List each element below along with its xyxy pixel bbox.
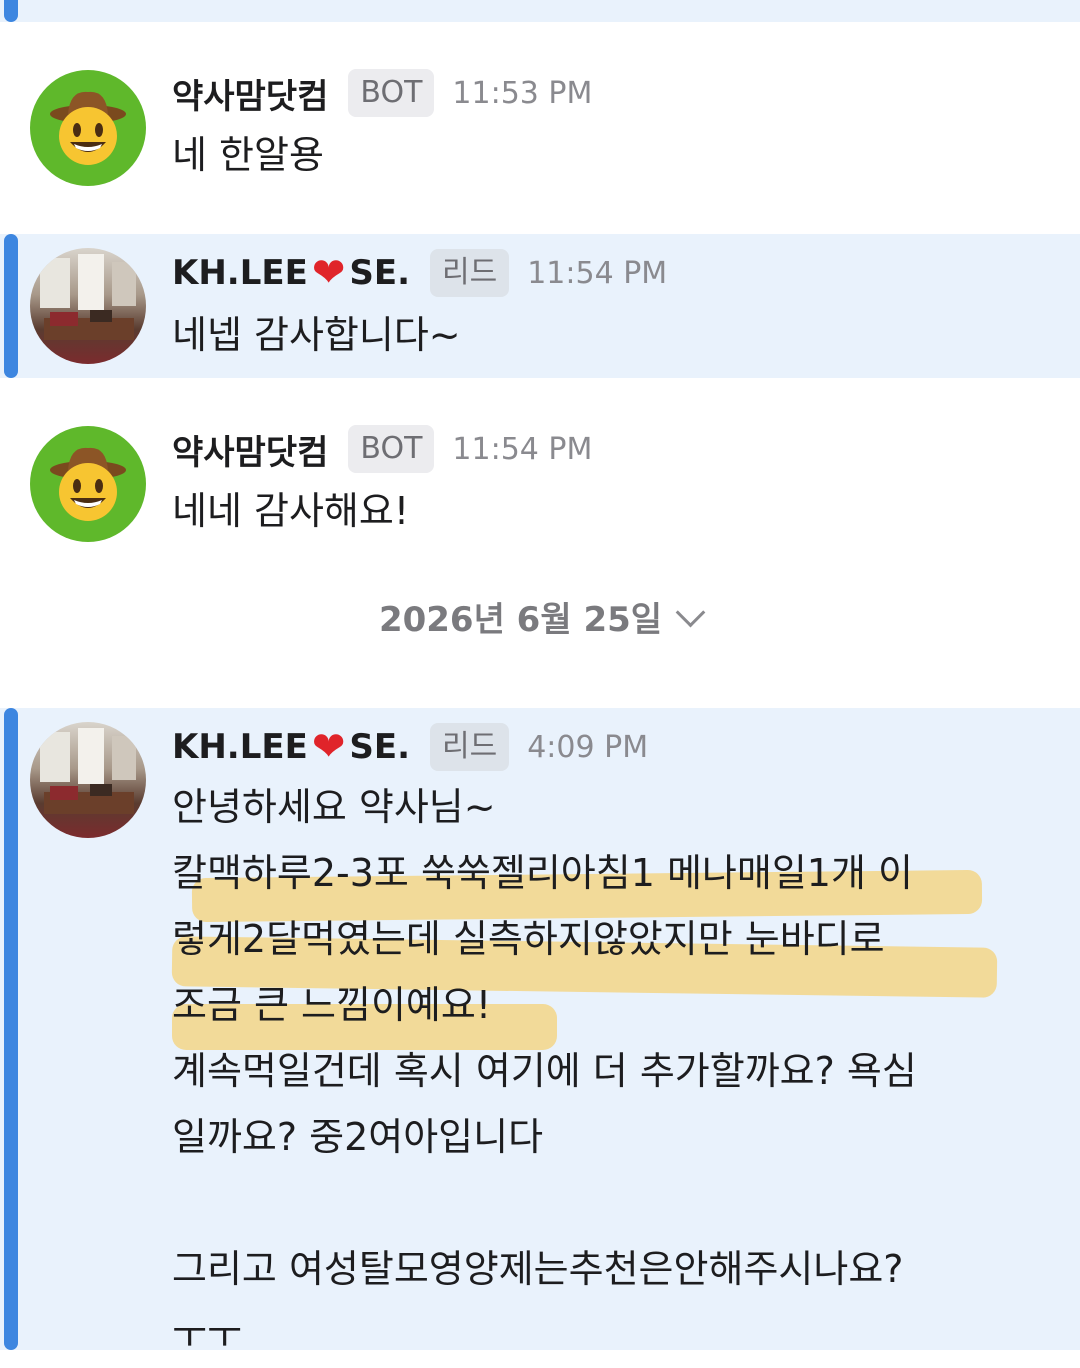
message-bot-1[interactable]: 약사맘닷컴 BOT 11:53 PM 네 한알용: [0, 50, 1080, 210]
timestamp[interactable]: 11:53 PM: [452, 76, 592, 111]
message-line: 네네 감사해요!: [172, 489, 410, 533]
room-photo: [40, 728, 136, 814]
message-line: 그리고 여성탈모영양제는추천은안해주시나요?: [172, 1247, 904, 1291]
author-name[interactable]: 약사맘닷컴: [172, 425, 328, 474]
message-line: 네 한알용: [172, 133, 324, 177]
avatar[interactable]: [30, 722, 146, 838]
timestamp[interactable]: 11:54 PM: [452, 432, 592, 467]
author-name-part: KH.LEE: [172, 253, 308, 293]
message-line: 안녕하세요 약사님~: [172, 785, 496, 829]
lead-badge: 리드: [430, 249, 510, 297]
message-user-1[interactable]: KH.LEE ❤ SE. 리드 11:54 PM 네넵 감사합니다~: [0, 234, 1080, 378]
bot-badge: BOT: [348, 69, 435, 117]
cowboy-emoji-icon: [50, 91, 126, 165]
message-line: 계속먹일건데 혹시 여기에 더 추가할까요? 욕심: [172, 1049, 917, 1093]
message-text: 네넵 감사합니다~: [172, 302, 461, 368]
timestamp[interactable]: 4:09 PM: [527, 730, 648, 765]
message-header: KH.LEE ❤ SE. 리드 4:09 PM: [172, 722, 648, 772]
bot-avatar[interactable]: [30, 426, 146, 542]
message-text: 안녕하세요 약사님~ 칼맥하루2-3포 쑥쑥젤리아침1 메나매일1개 이 렇게2…: [172, 774, 917, 1368]
date-divider[interactable]: 2026년 6월 25일: [0, 592, 1080, 641]
message-bot-2[interactable]: 약사맘닷컴 BOT 11:54 PM 네네 감사해요!: [0, 406, 1080, 566]
message-header: 약사맘닷컴 BOT 11:53 PM: [172, 68, 592, 118]
bot-avatar[interactable]: [30, 70, 146, 186]
message-line: ㅜㅜ: [172, 1313, 242, 1357]
author-name[interactable]: KH.LEE ❤ SE.: [172, 727, 410, 767]
author-name[interactable]: KH.LEE ❤ SE.: [172, 253, 410, 293]
message-header: KH.LEE ❤ SE. 리드 11:54 PM: [172, 248, 667, 298]
chevron-down-icon[interactable]: [675, 597, 706, 628]
message-line: 칼맥하루2-3포 쑥쑥젤리아침1 메나매일1개 이: [172, 851, 913, 895]
author-name-part: SE.: [349, 253, 410, 293]
message-header: 약사맘닷컴 BOT 11:54 PM: [172, 424, 592, 474]
heart-icon: ❤: [311, 250, 346, 296]
author-name[interactable]: 약사맘닷컴: [172, 69, 328, 118]
date-divider-label: 2026년 6월 25일: [378, 600, 663, 640]
room-photo: [40, 254, 136, 340]
message-user-2[interactable]: KH.LEE ❤ SE. 리드 4:09 PM 안녕하세요 약사님~ 칼맥하루2…: [0, 708, 1080, 1357]
message-line: 네넵 감사합니다~: [172, 313, 461, 357]
message-text: 네네 감사해요!: [172, 478, 409, 544]
message-text: 네 한알용: [172, 122, 324, 188]
message-line: 렇게2달먹였는데 실측하지않았지만 눈바디로: [172, 917, 885, 961]
heart-icon: ❤: [311, 724, 346, 770]
timestamp[interactable]: 11:54 PM: [527, 256, 667, 291]
bot-badge: BOT: [348, 425, 435, 473]
lead-badge: 리드: [430, 723, 510, 771]
message-line: 조금 큰 느낌이예요!: [172, 983, 492, 1027]
avatar[interactable]: [30, 248, 146, 364]
author-name-part: KH.LEE: [172, 727, 308, 767]
message-line: 일까요? 중2여아입니다: [172, 1115, 544, 1159]
author-name-part: SE.: [349, 727, 410, 767]
previous-message-strip: [0, 0, 1080, 22]
cowboy-emoji-icon: [50, 447, 126, 521]
